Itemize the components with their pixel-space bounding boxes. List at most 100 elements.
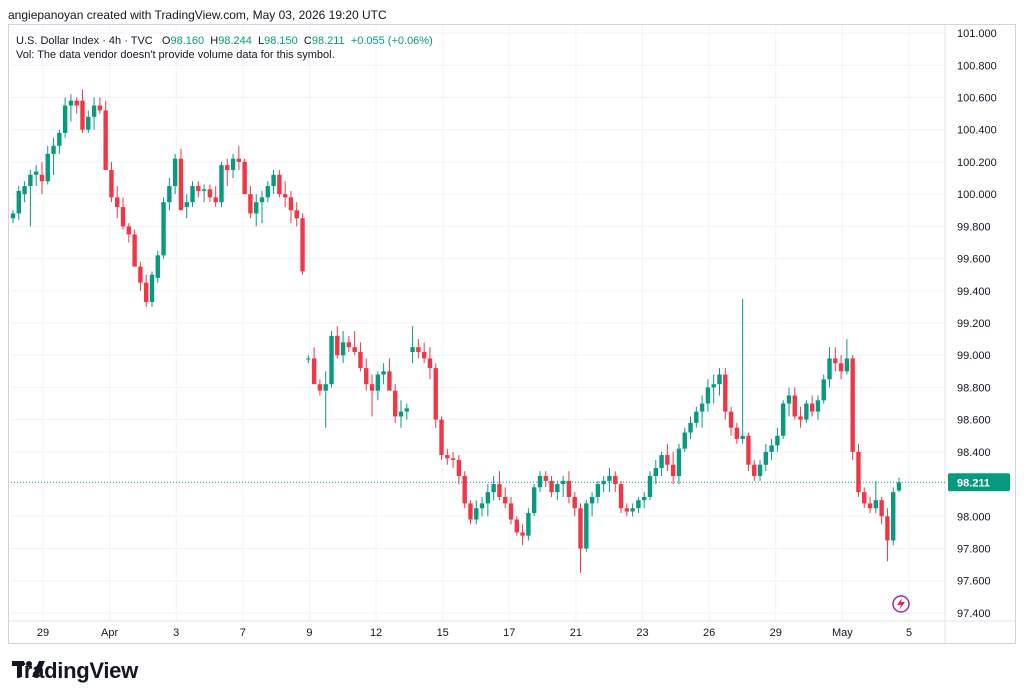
open-value: 98.160	[170, 35, 205, 47]
candle-body	[578, 508, 583, 549]
candle-body	[74, 100, 79, 106]
candle-body	[115, 197, 120, 208]
candle-body	[282, 194, 288, 198]
candle-body	[896, 482, 902, 491]
candle-body	[421, 351, 427, 359]
candle-body	[230, 158, 236, 170]
candle-body	[838, 363, 844, 372]
candle-body	[503, 496, 508, 504]
candle-body	[288, 197, 294, 211]
candle-body	[595, 484, 601, 497]
candle-body	[752, 464, 757, 477]
x-tick-label: Apr	[101, 627, 118, 639]
candle-body	[300, 218, 305, 272]
candle-body	[676, 448, 682, 477]
candle-body	[427, 358, 433, 369]
candle-body	[190, 186, 195, 203]
close-label: C	[303, 35, 312, 47]
candle-body	[804, 403, 809, 420]
x-tick-label: 29	[770, 627, 782, 639]
candle-body	[520, 532, 525, 536]
candle-body	[45, 153, 50, 182]
change-value: +0.055 (+0.06%)	[350, 35, 433, 47]
candle-body	[798, 416, 803, 420]
candle-body	[375, 374, 381, 391]
candle-body	[196, 186, 201, 191]
lightning-bolt-icon	[897, 598, 905, 610]
y-tick-label: 97.800	[957, 544, 991, 556]
candle-body	[821, 379, 826, 401]
candle-body	[653, 467, 658, 477]
x-tick-label: 9	[306, 627, 312, 639]
candle-body	[769, 445, 774, 452]
candle-body	[723, 374, 728, 412]
candle-body	[450, 458, 456, 460]
candle-body	[225, 165, 230, 170]
candle-body	[572, 496, 577, 509]
high-label: H	[210, 35, 219, 47]
candle-body	[497, 484, 502, 497]
x-tick-label: 23	[636, 627, 648, 639]
candle-body	[439, 419, 444, 456]
chart-panel[interactable]: 101.000 100.800 100.600 100.400 100.200 100.0…	[8, 24, 1016, 644]
y-tick-label: 100.800	[957, 60, 997, 72]
candle-body	[827, 358, 832, 380]
candle-body	[259, 197, 265, 203]
candle-body	[201, 189, 207, 191]
candle-body	[68, 100, 74, 106]
candle-body	[589, 496, 595, 504]
candle-body	[381, 371, 386, 375]
x-tick-label: 29	[37, 627, 49, 639]
candle-body	[254, 202, 259, 214]
candle-body	[265, 186, 270, 198]
candle-body	[491, 484, 496, 493]
y-tick-label: 98.000	[957, 511, 991, 523]
candle-body	[62, 105, 68, 133]
candle-body	[462, 476, 467, 504]
candle-body	[51, 145, 56, 154]
candle-body	[364, 368, 369, 385]
candle-body	[531, 487, 537, 514]
candle-body	[57, 132, 62, 146]
footer: TradingView	[12, 658, 138, 684]
candle-body	[184, 202, 189, 208]
attribution-text: angiepanoyan created with TradingView.co…	[8, 8, 387, 22]
candle-body	[659, 455, 664, 468]
candle-body	[416, 347, 421, 352]
candle-body	[630, 508, 635, 512]
candle-body	[109, 169, 114, 198]
candle-body	[815, 400, 821, 412]
close-value: 98.211	[311, 35, 345, 47]
candle-body	[369, 384, 375, 391]
candle-body	[16, 190, 21, 214]
candle-body	[543, 476, 548, 481]
candle-body	[103, 110, 108, 170]
candle-body	[613, 476, 618, 485]
candle-body	[311, 358, 317, 385]
candle-body	[126, 226, 132, 235]
candle-body	[456, 459, 462, 477]
candle-body	[358, 351, 363, 369]
candle-body	[694, 411, 699, 423]
x-tick-label: 5	[906, 627, 912, 639]
candlestick-chart[interactable]: 101.000 100.800 100.600 100.400 100.200 100.0…	[9, 25, 1015, 643]
candle-body	[479, 503, 485, 509]
candle-body	[28, 174, 33, 187]
x-tick-label: 21	[570, 627, 582, 639]
candle-body	[699, 403, 705, 412]
candle-body	[335, 335, 340, 356]
symbol-legend: U.S. Dollar Index · 4h · TVC O98.160 H98…	[16, 34, 433, 49]
candle-body	[277, 174, 282, 195]
y-tick-label: 100.600	[957, 92, 997, 104]
candle-body	[584, 503, 589, 549]
candle-body	[844, 358, 850, 372]
candle-body	[132, 234, 137, 267]
y-tick-label: 100.400	[957, 125, 997, 137]
candle-body	[566, 480, 572, 497]
y-tick-label: 99.400	[957, 286, 991, 298]
candle-body	[294, 210, 299, 219]
y-tick-label: 99.000	[957, 350, 991, 362]
candle-body	[86, 116, 91, 130]
x-tick-label: 3	[173, 627, 179, 639]
candle-body	[445, 455, 450, 459]
